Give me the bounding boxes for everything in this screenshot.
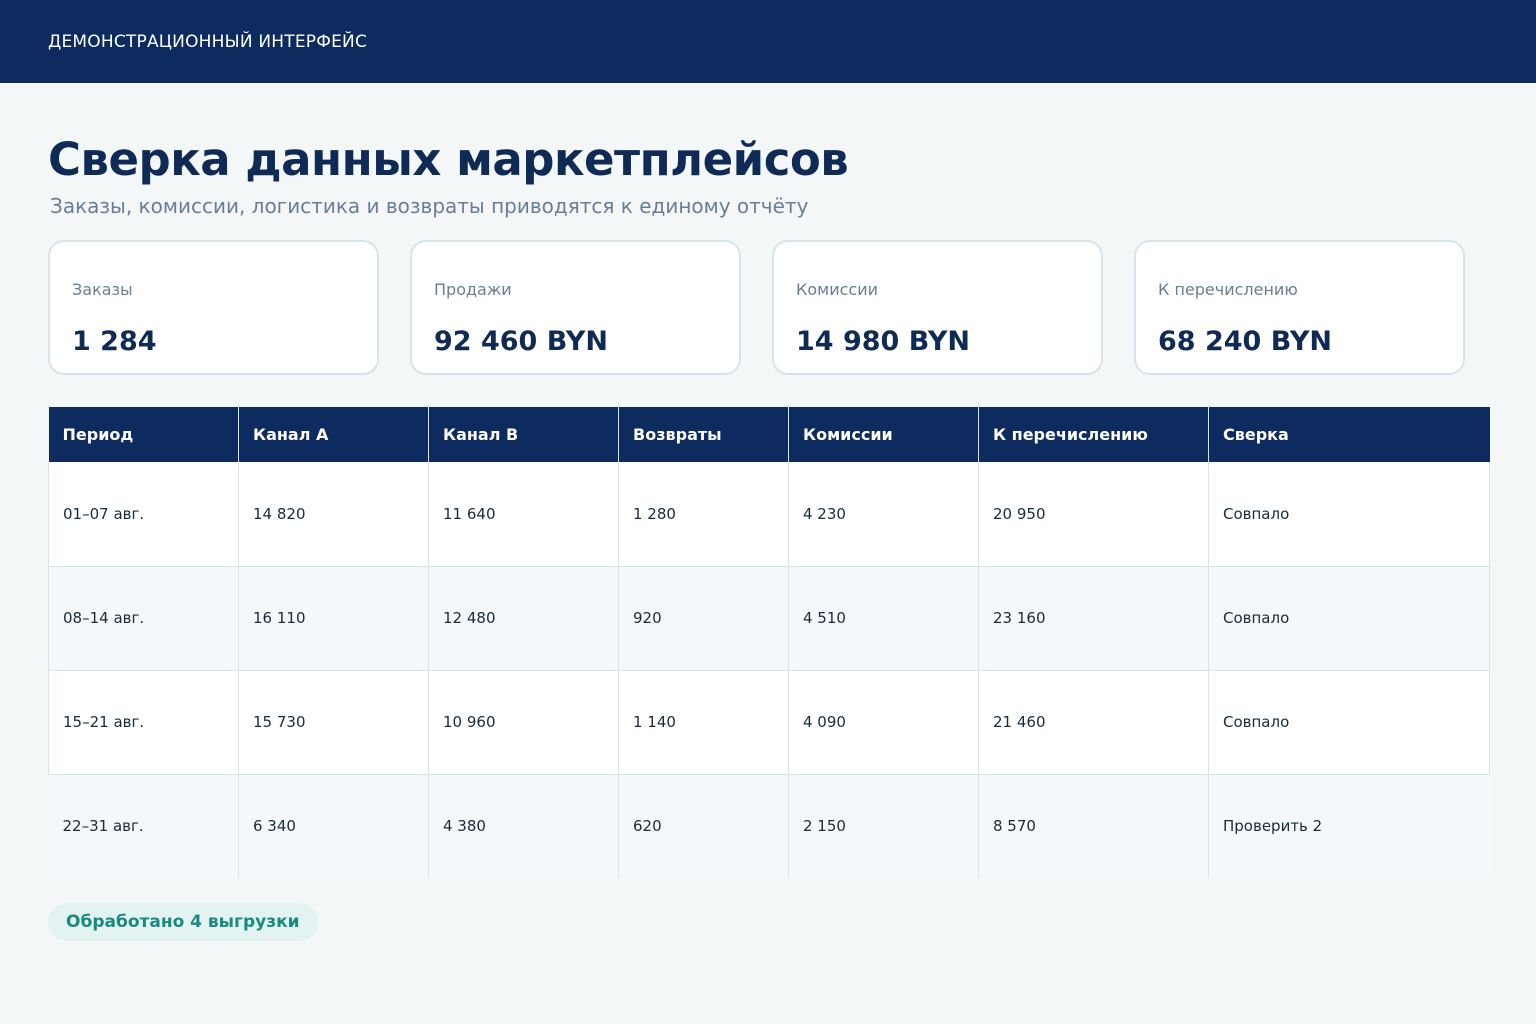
cell-period: 01–07 авг.: [48, 462, 239, 566]
column-header-period[interactable]: Период: [48, 407, 239, 462]
page-subtitle: Заказы, комиссии, логистика и возвраты п…: [50, 194, 809, 218]
table-row[interactable]: 15–21 авг. 15 730 10 960 1 140 4 090 21 …: [48, 669, 1490, 774]
page-title: Сверка данных маркетплейсов: [48, 133, 849, 186]
cell-period: 08–14 авг.: [48, 565, 239, 670]
cell-channel-a: 14 820: [238, 462, 429, 566]
cell-commissions: 4 090: [788, 669, 979, 774]
cell-commissions: 4 230: [788, 462, 979, 566]
cell-reconciliation: Совпало: [1208, 669, 1490, 774]
reconciliation-table: Период Канал A Канал B Возвраты Комиссии…: [48, 407, 1490, 878]
cell-returns: 1 280: [618, 462, 789, 566]
cell-returns: 920: [618, 565, 789, 670]
cell-channel-a: 6 340: [238, 773, 429, 878]
table-row[interactable]: 22–31 авг. 6 340 4 380 620 2 150 8 570 П…: [48, 773, 1490, 878]
card-sales: Продажи 92 460 BYN: [410, 240, 741, 375]
cell-reconciliation: Совпало: [1208, 565, 1490, 670]
table-row[interactable]: 01–07 авг. 14 820 11 640 1 280 4 230 20 …: [48, 462, 1490, 566]
column-header-commissions[interactable]: Комиссии: [788, 407, 979, 462]
column-header-channel-a[interactable]: Канал A: [238, 407, 429, 462]
card-label: Продажи: [434, 280, 512, 299]
cell-payout: 8 570: [978, 773, 1209, 878]
column-header-returns[interactable]: Возвраты: [618, 407, 789, 462]
cell-channel-a: 15 730: [238, 669, 429, 774]
card-orders: Заказы 1 284: [48, 240, 379, 375]
card-value: 1 284: [72, 326, 157, 357]
column-header-reconciliation[interactable]: Сверка: [1208, 407, 1490, 462]
card-label: Заказы: [72, 280, 133, 299]
card-commissions: Комиссии 14 980 BYN: [772, 240, 1103, 375]
cell-channel-a: 16 110: [238, 565, 429, 670]
cell-channel-b: 12 480: [428, 565, 619, 670]
brand-title: ДЕМОНСТРАЦИОННЫЙ ИНТЕРФЕЙС: [48, 32, 368, 52]
cell-payout: 21 460: [978, 669, 1209, 774]
card-value: 14 980 BYN: [796, 326, 970, 357]
cell-commissions: 2 150: [788, 773, 979, 878]
card-label: Комиссии: [796, 280, 879, 299]
column-header-payout[interactable]: К перечислению: [978, 407, 1209, 462]
status-badge: Обработано 4 выгрузки: [48, 903, 318, 941]
card-value: 92 460 BYN: [434, 326, 608, 357]
cell-channel-b: 4 380: [428, 773, 619, 878]
cell-channel-b: 10 960: [428, 669, 619, 774]
table-header-row: Период Канал A Канал B Возвраты Комиссии…: [48, 407, 1490, 462]
cell-payout: 20 950: [978, 462, 1209, 566]
card-label: К перечислению: [1158, 280, 1298, 299]
cell-period: 15–21 авг.: [48, 669, 239, 774]
column-header-channel-b[interactable]: Канал B: [428, 407, 619, 462]
card-value: 68 240 BYN: [1158, 326, 1332, 357]
top-bar: ДЕМОНСТРАЦИОННЫЙ ИНТЕРФЕЙС: [0, 0, 1536, 83]
cell-channel-b: 11 640: [428, 462, 619, 566]
cell-commissions: 4 510: [788, 565, 979, 670]
cell-reconciliation: Совпало: [1208, 462, 1490, 566]
cell-returns: 620: [618, 773, 789, 878]
cell-reconciliation: Проверить 2: [1208, 773, 1490, 878]
card-payout: К перечислению 68 240 BYN: [1134, 240, 1465, 375]
cell-period: 22–31 авг.: [48, 773, 239, 878]
table-row[interactable]: 08–14 авг. 16 110 12 480 920 4 510 23 16…: [48, 565, 1490, 670]
cell-payout: 23 160: [978, 565, 1209, 670]
cell-returns: 1 140: [618, 669, 789, 774]
